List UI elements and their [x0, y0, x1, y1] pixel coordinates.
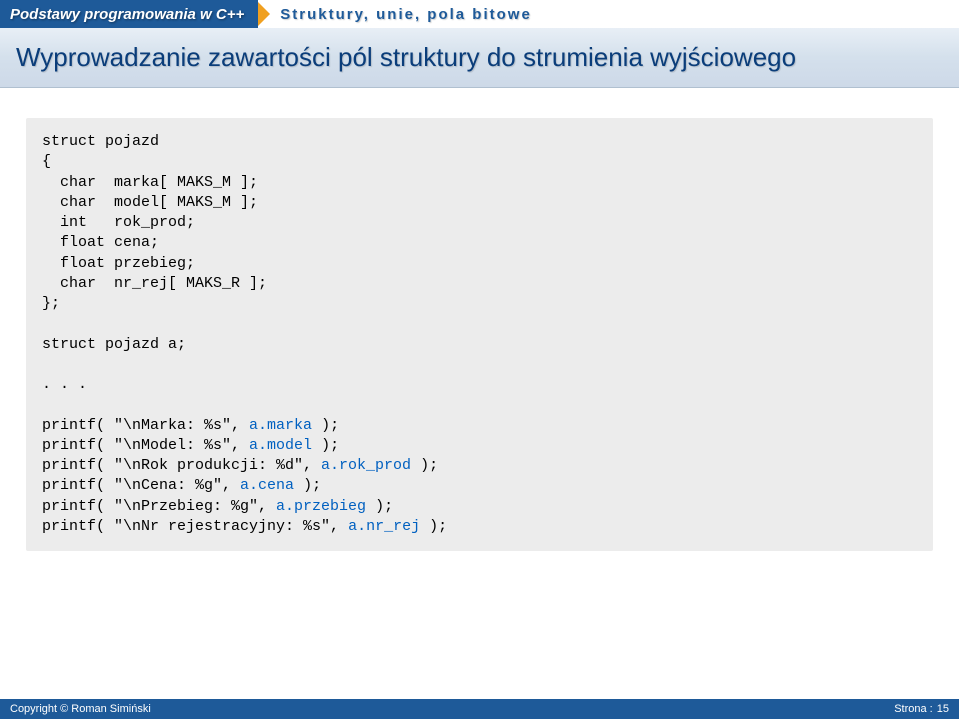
- footer-page-label: Strona :: [894, 703, 933, 715]
- footer-page-number: 15: [937, 703, 949, 715]
- breadcrumb-topic: Struktury, unie, pola bitowe: [270, 6, 532, 23]
- code-highlight: a.przebieg: [276, 498, 366, 515]
- code-line: printf( "\nPrzebieg: %g",: [42, 498, 276, 515]
- code-line: printf( "\nMarka: %s",: [42, 417, 249, 434]
- page-title: Wyprowadzanie zawartości pól struktury d…: [16, 42, 943, 73]
- code-block: struct pojazd { char marka[ MAKS_M ]; ch…: [26, 118, 933, 551]
- breadcrumb-arrow-icon: [256, 0, 270, 28]
- code-line: {: [42, 153, 51, 170]
- code-highlight: a.marka: [249, 417, 312, 434]
- content-area: struct pojazd { char marka[ MAKS_M ]; ch…: [0, 88, 959, 571]
- code-line: char model[ MAKS_M ];: [42, 194, 258, 211]
- code-line: printf( "\nCena: %g",: [42, 477, 240, 494]
- breadcrumb-course: Podstawy programowania w C++: [0, 0, 258, 28]
- code-line: );: [411, 457, 438, 474]
- code-line: printf( "\nRok produkcji: %d",: [42, 457, 321, 474]
- code-highlight: a.cena: [240, 477, 294, 494]
- footer-bar: Copyright © Roman Simiński Strona : 15: [0, 699, 959, 719]
- code-line: printf( "\nModel: %s",: [42, 437, 249, 454]
- code-line: int rok_prod;: [42, 214, 195, 231]
- title-section: Wyprowadzanie zawartości pól struktury d…: [0, 28, 959, 88]
- footer-page: Strona : 15: [894, 703, 949, 715]
- code-line: struct pojazd a;: [42, 336, 186, 353]
- code-line: );: [366, 498, 393, 515]
- code-line: );: [420, 518, 447, 535]
- code-highlight: a.nr_rej: [348, 518, 420, 535]
- header-bar: Podstawy programowania w C++ Struktury, …: [0, 0, 959, 28]
- code-line: struct pojazd: [42, 133, 159, 150]
- code-highlight: a.rok_prod: [321, 457, 411, 474]
- footer-copyright: Copyright © Roman Simiński: [10, 703, 151, 715]
- code-line: . . .: [42, 376, 87, 393]
- code-line: char marka[ MAKS_M ];: [42, 174, 258, 191]
- code-line: float przebieg;: [42, 255, 195, 272]
- code-highlight: a.model: [249, 437, 312, 454]
- code-line: };: [42, 295, 60, 312]
- code-line: float cena;: [42, 234, 159, 251]
- code-line: );: [312, 437, 339, 454]
- code-line: printf( "\nNr rejestracyjny: %s",: [42, 518, 348, 535]
- code-line: );: [294, 477, 321, 494]
- code-line: char nr_rej[ MAKS_R ];: [42, 275, 267, 292]
- code-line: );: [312, 417, 339, 434]
